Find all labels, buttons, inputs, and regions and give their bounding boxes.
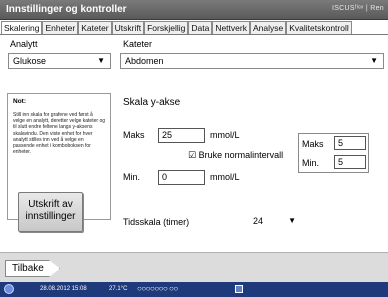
- power-icon[interactable]: [4, 284, 14, 294]
- yaxis-title: Skala y-akse: [123, 97, 181, 108]
- normal-interval-checkbox[interactable]: ☑ Bruke normalintervall: [188, 150, 283, 161]
- tab-forskjellig[interactable]: Forskjellig: [144, 21, 189, 34]
- status-dots-icon: ○○○○○○○ ○○: [137, 284, 178, 293]
- tab-skalering[interactable]: Skalering: [1, 21, 43, 34]
- tab-utskrift[interactable]: Utskrift: [111, 21, 145, 34]
- normal-min-label: Min.: [302, 158, 320, 168]
- status-temperature: 27.1°C: [109, 286, 128, 292]
- normal-interval-label: Bruke normalintervall: [198, 150, 284, 160]
- tab-analyse[interactable]: Analyse: [249, 21, 287, 34]
- normal-min-input[interactable]: 5: [334, 155, 366, 169]
- print-settings-button[interactable]: Utskrift av innstillinger: [18, 192, 83, 232]
- yaxis-max-label: Maks: [123, 130, 145, 140]
- chevron-down-icon: ▼: [370, 56, 378, 65]
- bottom-bar: Tilbake: [0, 252, 388, 282]
- catheter-value: Abdomen: [125, 56, 164, 66]
- normal-max-label: Maks: [302, 139, 324, 149]
- tab-kvalitetskontroll[interactable]: Kvalitetskontroll: [286, 21, 352, 34]
- window-title: Innstillinger og kontroller: [6, 4, 127, 15]
- yaxis-min-input[interactable]: 0: [158, 170, 205, 185]
- print-settings-label: Utskrift av innstillinger: [25, 199, 76, 222]
- timescale-value: 24: [253, 216, 264, 226]
- note-title: Not:: [13, 98, 26, 105]
- yaxis-max-input[interactable]: 25: [158, 128, 205, 143]
- tab-data[interactable]: Data: [188, 21, 213, 34]
- analyte-select[interactable]: Glukose ▼: [8, 53, 111, 69]
- status-datetime: 28.08.2012 15:08: [40, 286, 87, 292]
- timescale-select[interactable]: 24 ▼: [249, 214, 301, 230]
- normal-interval-box: Maks 5 Min. 5: [298, 133, 369, 173]
- tab-nettverk[interactable]: Nettverk: [212, 21, 250, 34]
- checkbox-checked-icon: ☑: [188, 150, 197, 160]
- yaxis-max-unit: mmol/L: [210, 130, 240, 140]
- yaxis-min-unit: mmol/L: [210, 172, 240, 182]
- catheter-select[interactable]: Abdomen ▼: [120, 53, 384, 69]
- chevron-down-icon: ▼: [97, 56, 105, 65]
- tab-kateter[interactable]: Kateter: [78, 21, 112, 34]
- normal-max-input[interactable]: 5: [334, 136, 366, 150]
- analyte-value: Glukose: [13, 56, 47, 66]
- chevron-down-icon: ▼: [288, 216, 296, 225]
- status-bar: 28.08.2012 15:08 27.1°C ○○○○○○○ ○○: [0, 282, 388, 297]
- tab-bar: Skalering Enheter Kateter Utskrift Forskjell…: [0, 20, 388, 35]
- yaxis-min-label: Min.: [123, 172, 141, 182]
- brand-logo: ISCUSᶠˡᵉˣ | Ren: [331, 5, 384, 12]
- note-text: Still inn skala for grafene ved først å …: [13, 112, 106, 156]
- analyte-label: Analytt: [10, 39, 38, 49]
- title-bar: Innstillinger og kontroller ISCUSᶠˡᵉˣ | …: [0, 0, 388, 20]
- catheter-label: Kateter: [123, 39, 153, 49]
- status-square-icon: [235, 285, 243, 293]
- timescale-label: Tidsskala (timer): [123, 217, 190, 227]
- tab-enheter[interactable]: Enheter: [42, 21, 79, 34]
- back-button[interactable]: Tilbake: [5, 260, 60, 277]
